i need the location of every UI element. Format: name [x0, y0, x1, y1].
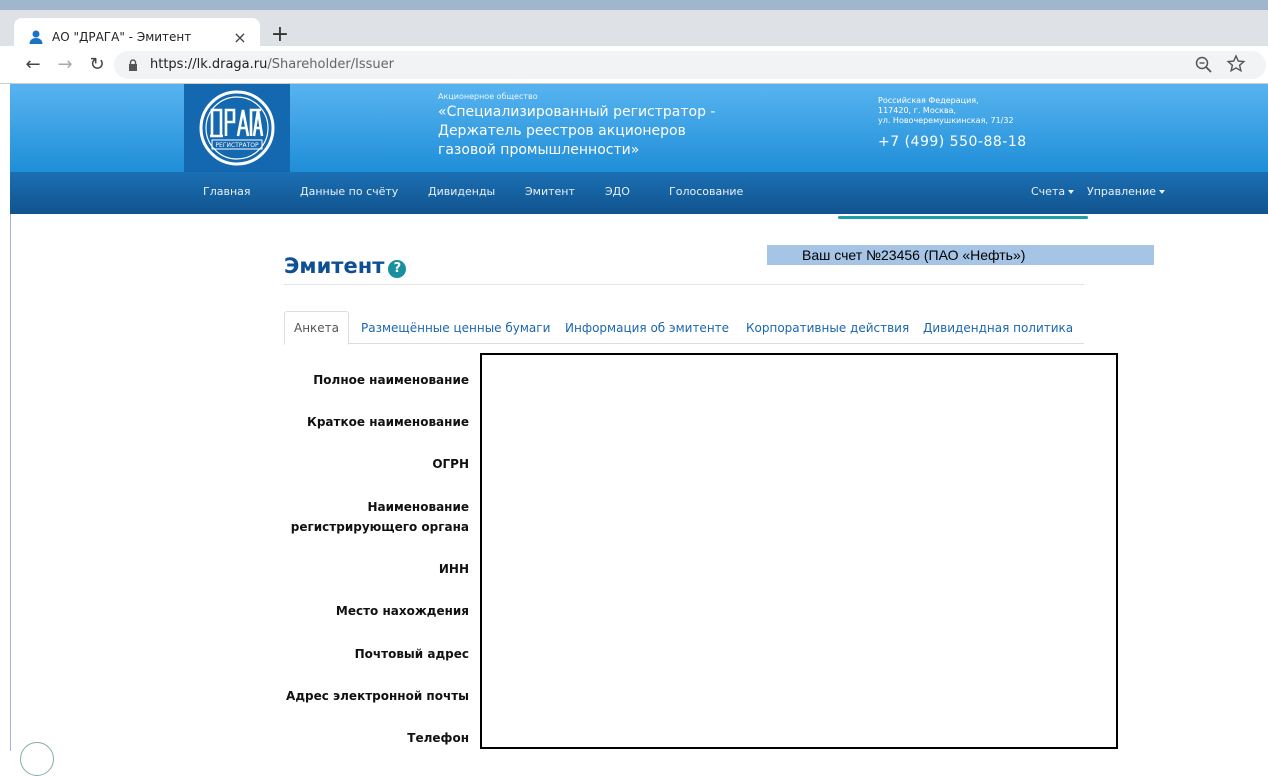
label-inn: ИНН [438, 562, 469, 576]
label-phone: Телефон [407, 731, 469, 745]
nav-management-label: Управление [1087, 185, 1157, 198]
nav-dividends[interactable]: Дивиденды [428, 185, 495, 198]
nav-voting[interactable]: Голосование [669, 185, 743, 198]
nav-account-data[interactable]: Данные по счёту [300, 185, 398, 198]
label-postal-address: Почтовый адрес [354, 647, 469, 661]
url-text: https://lk.draga.ru/Shareholder/Issuer [150, 57, 394, 72]
nav-edo[interactable]: ЭДО [605, 185, 630, 198]
reload-button[interactable]: ↻ [86, 54, 108, 76]
label-email: Адрес электронной почты [286, 689, 469, 703]
url-input[interactable]: https://lk.draga.ru/Shareholder/Issuer [114, 51, 1266, 79]
back-button[interactable]: ← [22, 54, 44, 76]
close-icon[interactable]: × [228, 28, 252, 47]
address-bar: ← → ↻ https://lk.draga.ru/Shareholder/Is… [0, 46, 1268, 84]
redacted-values-box [480, 353, 1118, 749]
window-border [10, 214, 11, 751]
tab-questionnaire[interactable]: Анкета [284, 311, 349, 345]
address-line: 117420, г. Москва, [878, 106, 957, 115]
contacts: Российская Федерация, 117420, г. Москва,… [878, 96, 1027, 150]
org-type: Акционерное общество [438, 92, 538, 101]
org-info: Акционерное общество «Специализированный… [438, 92, 738, 160]
label-reg-authority-2: регистрирующего органа [290, 520, 469, 534]
tab-bar: Анкета Размещённые ценные бумаги Информа… [284, 311, 1084, 345]
main-nav: Главная Данные по счёту Дивиденды Эмитен… [10, 172, 1268, 214]
draga-logo-icon: РЕГИСТРАТОР [199, 90, 275, 166]
bookmark-star-icon[interactable] [1226, 54, 1246, 74]
tab-securities[interactable]: Размещённые ценные бумаги [361, 321, 550, 335]
new-tab-button[interactable]: + [268, 24, 292, 48]
user-icon [29, 30, 43, 44]
nav-management-dropdown[interactable]: Управление [1087, 185, 1166, 198]
browser-chrome: АО "ДРАГА" - Эмитент × + ← → ↻ https://l… [0, 0, 1268, 84]
caret-down-icon [1159, 190, 1166, 194]
url-host: https://lk.draga.ru [150, 57, 268, 72]
nav-accounts-dropdown[interactable]: Счета [1031, 185, 1075, 198]
url-path: /Shareholder/Issuer [267, 57, 395, 72]
logo[interactable]: РЕГИСТРАТОР [184, 84, 290, 172]
lock-icon [129, 59, 137, 71]
tab-strip: АО "ДРАГА" - Эмитент × + [0, 0, 1268, 56]
help-icon[interactable]: ? [388, 260, 407, 278]
label-ogrn: ОГРН [432, 457, 469, 471]
forward-button[interactable]: → [54, 54, 76, 76]
tab-corporate-actions[interactable]: Корпоративные действия [746, 321, 909, 335]
label-full-name: Полное наименование [313, 373, 469, 387]
site-header: РЕГИСТРАТОР Акционерное общество «Специа… [10, 84, 1268, 172]
page-title-text: Эмитент [284, 254, 385, 278]
label-short-name: Краткое наименование [307, 415, 469, 429]
nav-home[interactable]: Главная [203, 185, 251, 198]
zoom-icon[interactable] [1194, 55, 1214, 75]
account-banner: Ваш счет №23456 (ПАО «Нефть») [767, 245, 1154, 265]
chat-widget-icon[interactable] [20, 742, 54, 776]
svg-text:РЕГИСТРАТОР: РЕГИСТРАТОР [215, 142, 259, 149]
org-name: «Специализированный регистратор - Держат… [438, 104, 716, 158]
nav-issuer[interactable]: Эмитент [525, 185, 575, 198]
accent-line [838, 216, 1088, 219]
tab-issuer-info[interactable]: Информация об эмитенте [565, 321, 729, 335]
divider [284, 284, 1084, 285]
phone-number: +7 (499) 550-88-18 [878, 134, 1027, 150]
label-reg-authority-1: Наименование [367, 500, 469, 514]
tab-title: АО "ДРАГА" - Эмитент [52, 30, 192, 44]
address-line: ул. Новочеремушкинская, 71/32 [878, 116, 1014, 125]
label-location: Место нахождения [335, 604, 469, 618]
address-line: Российская Федерация, [878, 96, 979, 105]
nav-accounts-label: Счета [1031, 185, 1066, 198]
page-title: Эмитент? [284, 254, 407, 278]
caret-down-icon [1068, 190, 1075, 194]
tab-dividend-policy[interactable]: Дивидендная политика [923, 321, 1073, 335]
